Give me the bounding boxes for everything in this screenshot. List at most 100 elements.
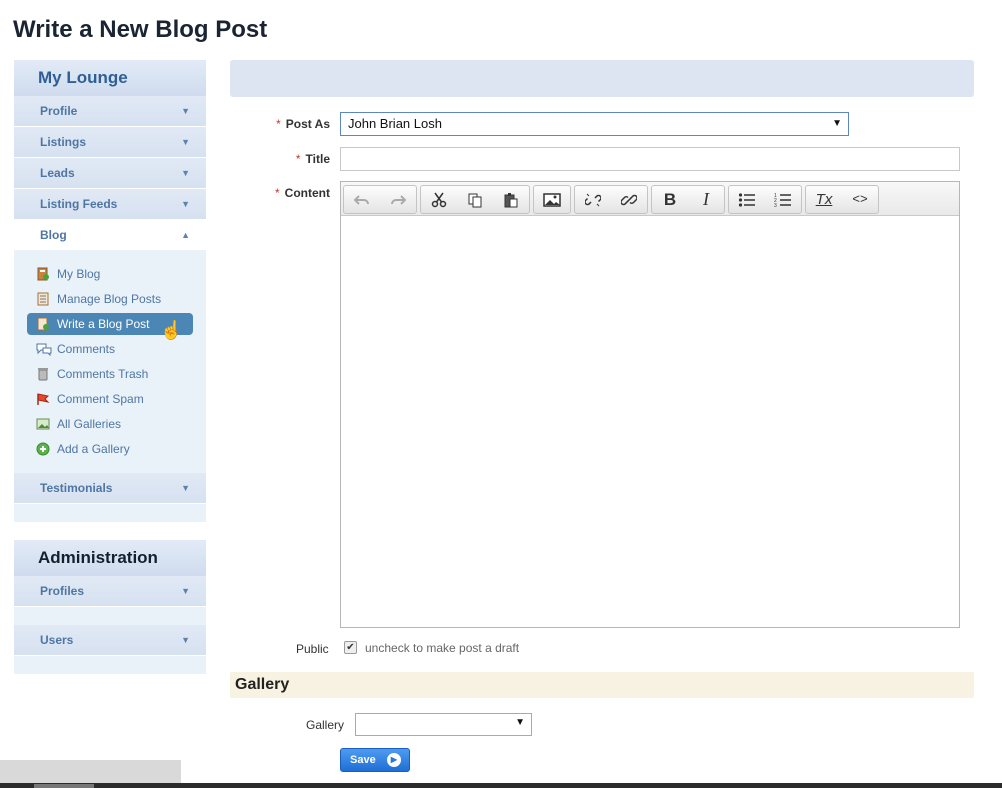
sidebar-item-label: Users <box>40 633 74 647</box>
title-input[interactable] <box>340 147 960 171</box>
cut-icon[interactable] <box>421 186 457 213</box>
sidebar-item-label: Listing Feeds <box>40 197 118 211</box>
submenu-comments-trash[interactable]: Comments Trash <box>27 363 193 385</box>
chevron-up-icon: ▲ <box>181 230 190 240</box>
link-group <box>574 185 648 214</box>
sidebar-item-label: Testimonials <box>40 481 113 495</box>
bulleted-list-icon[interactable] <box>729 186 765 213</box>
my-lounge-header: My Lounge <box>14 60 206 96</box>
save-label: Save <box>350 754 376 766</box>
submenu-label: Add a Gallery <box>57 442 130 456</box>
chevron-down-icon: ▼ <box>181 106 190 116</box>
history-group <box>343 185 417 214</box>
rich-text-editor: B I 123 Tx <> <box>340 181 960 628</box>
unlink-icon[interactable] <box>575 186 611 213</box>
add-circle-icon <box>36 442 50 456</box>
paste-icon[interactable] <box>493 186 529 213</box>
required-marker: * <box>295 152 301 166</box>
post-as-select[interactable]: John Brian Losh ▼ <box>340 112 849 136</box>
blog-book-icon <box>36 267 50 281</box>
submenu-manage-blog-posts[interactable]: Manage Blog Posts <box>27 288 193 310</box>
submenu-label: All Galleries <box>57 417 122 431</box>
sidebar-item-profile[interactable]: Profile ▼ <box>14 96 206 127</box>
sidebar-item-blog[interactable]: Blog ▲ <box>14 220 206 250</box>
link-icon[interactable] <box>611 186 647 213</box>
write-post-icon <box>36 317 50 331</box>
bold-icon[interactable]: B <box>652 186 688 213</box>
source-code-icon[interactable]: <> <box>842 186 878 213</box>
image-group <box>533 185 571 214</box>
content-header-bar <box>230 60 974 97</box>
chevron-down-icon: ▼ <box>515 717 525 728</box>
sidebar-item-label: Leads <box>40 166 75 180</box>
submenu-write-blog-post[interactable]: Write a Blog Post ☝ <box>27 313 193 339</box>
save-button[interactable]: Save ▶ <box>340 748 410 772</box>
hand-cursor-icon: ☝ <box>160 320 183 340</box>
public-checkbox[interactable]: ✔ <box>344 641 357 654</box>
chevron-down-icon: ▼ <box>181 199 190 209</box>
submenu-label: Write a Blog Post <box>57 317 150 331</box>
sidebar-item-testimonials[interactable]: Testimonials ▼ <box>14 473 206 504</box>
numbered-list-icon[interactable]: 123 <box>765 186 801 213</box>
panel-footer <box>14 504 206 522</box>
remove-format-icon[interactable]: Tx <box>806 186 842 213</box>
italic-icon[interactable]: I <box>688 186 724 213</box>
sidebar-item-listing-feeds[interactable]: Listing Feeds ▼ <box>14 189 206 220</box>
spam-flag-icon <box>36 392 50 406</box>
submenu-label: Comments Trash <box>57 367 149 381</box>
chevron-down-icon: ▼ <box>181 635 190 645</box>
misc-group: Tx <> <box>805 185 879 214</box>
panel-footer <box>14 656 206 674</box>
chevron-down-icon: ▼ <box>181 168 190 178</box>
submenu-label: My Blog <box>57 267 101 281</box>
undo-icon[interactable] <box>344 186 380 213</box>
post-as-label: * Post As <box>276 117 330 131</box>
submenu-label: Comments <box>57 342 116 356</box>
title-label: * Title <box>295 152 330 166</box>
my-lounge-panel: My Lounge Profile ▼ Listings ▼ Leads ▼ L… <box>14 60 206 522</box>
page-title: Write a New Blog Post <box>13 16 268 43</box>
trash-can-icon <box>36 367 50 381</box>
clipboard-group <box>420 185 530 214</box>
chevron-down-icon: ▼ <box>832 118 842 129</box>
panel-spacer <box>14 607 206 625</box>
content-label: * Content <box>275 186 330 200</box>
sidebar-item-leads[interactable]: Leads ▼ <box>14 158 206 189</box>
required-marker: * <box>275 186 280 200</box>
sidebar-item-listings[interactable]: Listings ▼ <box>14 127 206 158</box>
comment-bubbles-icon <box>36 342 52 357</box>
picture-icon <box>36 417 50 431</box>
play-circle-icon: ▶ <box>387 753 401 767</box>
svg-text:3: 3 <box>774 203 777 208</box>
gallery-select[interactable]: ▼ <box>355 713 532 736</box>
editor-content-area[interactable] <box>341 216 959 626</box>
blog-submenu: My Blog Manage Blog Posts Write a Blog P… <box>14 250 206 473</box>
public-label: Public <box>296 642 329 656</box>
public-hint: uncheck to make post a draft <box>365 641 520 655</box>
submenu-comment-spam[interactable]: Comment Spam <box>27 388 193 410</box>
required-marker: * <box>276 117 281 131</box>
redo-icon[interactable] <box>380 186 416 213</box>
submenu-label: Comment Spam <box>57 392 144 406</box>
copy-icon[interactable] <box>457 186 493 213</box>
gallery-section-title: Gallery <box>230 672 974 698</box>
submenu-all-galleries[interactable]: All Galleries <box>27 413 193 435</box>
submenu-comments[interactable]: Comments <box>27 338 193 360</box>
chevron-down-icon: ▼ <box>181 586 190 596</box>
format-group: B I <box>651 185 725 214</box>
sidebar-item-label: Listings <box>40 135 87 149</box>
sidebar-item-label: Blog <box>40 228 67 242</box>
submenu-my-blog[interactable]: My Blog <box>27 263 193 285</box>
sidebar-item-profiles[interactable]: Profiles ▼ <box>14 576 206 607</box>
sidebar-item-label: Profile <box>40 104 78 118</box>
submenu-add-gallery[interactable]: Add a Gallery <box>27 438 193 460</box>
sidebar-item-users[interactable]: Users ▼ <box>14 625 206 656</box>
chevron-down-icon: ▼ <box>181 483 190 493</box>
taskbar-tab <box>34 784 94 788</box>
administration-panel: Administration Profiles ▼ Users ▼ <box>14 540 206 674</box>
sidebar-item-label: Profiles <box>40 584 85 598</box>
image-icon[interactable] <box>534 186 570 213</box>
list-group: 123 <box>728 185 802 214</box>
submenu-label: Manage Blog Posts <box>57 292 162 306</box>
post-as-value: John Brian Losh <box>348 116 442 131</box>
